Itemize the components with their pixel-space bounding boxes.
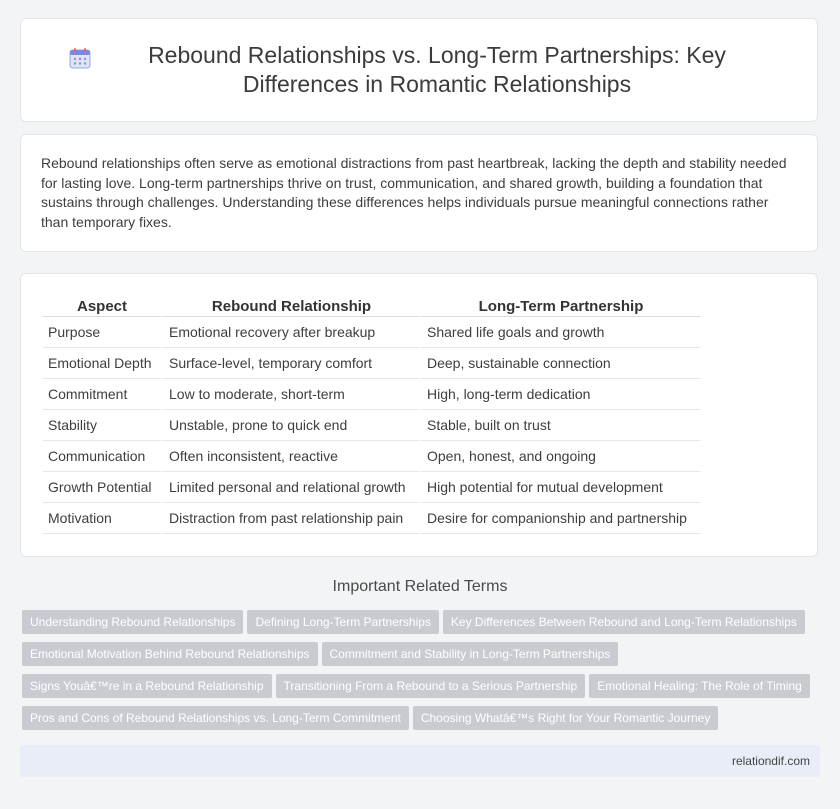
calendar-icon <box>69 48 91 69</box>
header-card: Rebound Relationships vs. Long-Term Part… <box>20 18 818 122</box>
table-header-row: Aspect Rebound Relationship Long-Term Pa… <box>43 294 700 317</box>
cell-aspect: Stability <box>43 410 161 441</box>
page-title: Rebound Relationships vs. Long-Term Part… <box>148 42 726 97</box>
table-row: Emotional Depth Surface-level, temporary … <box>43 348 700 379</box>
cell-rebound: Unstable, prone to quick end <box>161 410 419 441</box>
table-row: Purpose Emotional recovery after breakup S… <box>43 317 700 348</box>
cell-rebound: Emotional recovery after breakup <box>161 317 419 348</box>
comparison-card: Aspect Rebound Relationship Long-Term Pa… <box>20 273 818 557</box>
cell-long-term: High potential for mutual development <box>419 472 700 503</box>
related-terms-title: Important Related Terms <box>332 578 508 595</box>
intro-card: Rebound relationships often serve as emo… <box>20 134 818 252</box>
cell-aspect: Emotional Depth <box>43 348 161 379</box>
footer: relationdif.com <box>20 745 820 777</box>
table-row: Commitment Low to moderate, short-term Hig… <box>43 379 700 410</box>
related-term-tag[interactable]: Transitioning From a Rebound to a Seriou… <box>275 674 586 698</box>
related-term-tag[interactable]: Key Differences Between Rebound and Long… <box>442 610 805 634</box>
cell-long-term: Deep, sustainable connection <box>419 348 700 379</box>
cell-rebound: Surface-level, temporary comfort <box>161 348 419 379</box>
header-aspect: Aspect <box>43 294 161 317</box>
cell-aspect: Purpose <box>43 317 161 348</box>
cell-aspect: Growth Potential <box>43 472 161 503</box>
intro-paragraph: Rebound relationships often serve as emo… <box>41 155 787 230</box>
header-rebound: Rebound Relationship <box>161 294 419 317</box>
cell-long-term: Desire for companionship and partnership <box>419 503 700 534</box>
table-row: Communication Often inconsistent, reactiv… <box>43 441 700 472</box>
comparison-table: Aspect Rebound Relationship Long-Term Pa… <box>43 294 700 534</box>
related-term-tag[interactable]: Emotional Motivation Behind Rebound Rela… <box>22 642 318 666</box>
table-row: Stability Unstable, prone to quick end Sta… <box>43 410 700 441</box>
related-term-tag[interactable]: Choosing Whatâ€™s Right for Your Romanti… <box>412 706 719 730</box>
title-wrap: Rebound Relationships vs. Long-Term Part… <box>69 41 769 99</box>
cell-aspect: Commitment <box>43 379 161 410</box>
cell-long-term: Open, honest, and ongoing <box>419 441 700 472</box>
cell-long-term: High, long-term dedication <box>419 379 700 410</box>
cell-rebound: Limited personal and relational growth <box>161 472 419 503</box>
cell-rebound: Distraction from past relationship pain <box>161 503 419 534</box>
cell-aspect: Communication <box>43 441 161 472</box>
related-term-tag[interactable]: Signs Youâ€™re in a Rebound Relationship <box>22 674 272 698</box>
related-term-tag[interactable]: Defining Long-Term Partnerships <box>247 610 439 634</box>
header-long-term: Long-Term Partnership <box>419 294 700 317</box>
related-term-tag[interactable]: Commitment and Stability in Long-Term Pa… <box>321 642 619 666</box>
related-term-tag[interactable]: Pros and Cons of Rebound Relationships v… <box>22 706 409 730</box>
related-term-tag[interactable]: Understanding Rebound Relationships <box>22 610 244 634</box>
cell-aspect: Motivation <box>43 503 161 534</box>
cell-rebound: Often inconsistent, reactive <box>161 441 419 472</box>
cell-long-term: Shared life goals and growth <box>419 317 700 348</box>
related-term-tag[interactable]: Emotional Healing: The Role of Timing <box>589 674 810 698</box>
cell-long-term: Stable, built on trust <box>419 410 700 441</box>
cell-rebound: Low to moderate, short-term <box>161 379 419 410</box>
table-row: Growth Potential Limited personal and rel… <box>43 472 700 503</box>
table-row: Motivation Distraction from past relation… <box>43 503 700 534</box>
related-terms-list: Understanding Rebound Relationships Defin… <box>22 610 822 738</box>
footer-site[interactable]: relationdif.com <box>732 754 810 768</box>
